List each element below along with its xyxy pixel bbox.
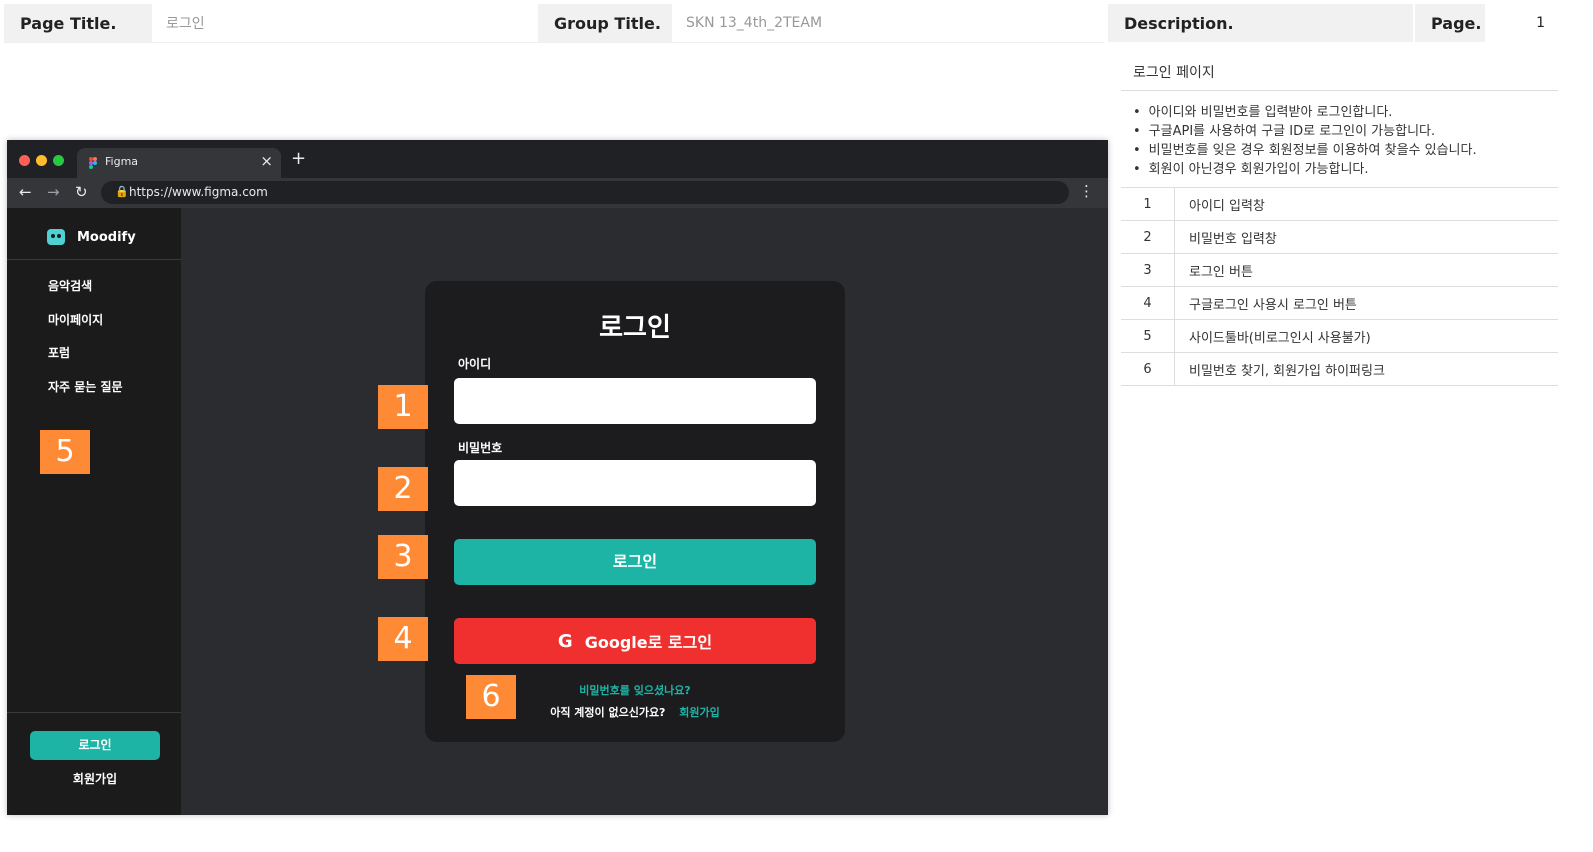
sidebar-divider [7,712,181,713]
sidebar-divider [7,259,181,260]
robot-icon [47,229,65,245]
id-label: 아이디 [458,357,492,371]
figma-icon [89,157,97,169]
table-row: 4 구글로그인 사용시 로그인 버튼 [1121,286,1558,320]
password-label: 비밀번호 [458,441,503,455]
page-title-value: 로그인 [166,16,205,32]
page-label: Page. [1415,4,1485,42]
row-text: 로그인 버튼 [1174,253,1558,287]
table-row: 5 사이드툴바(비로그인시 사용불가) [1121,319,1558,353]
row-number: 1 [1121,188,1175,221]
login-title: 로그인 [599,313,671,343]
header-divider [4,42,1104,43]
description-bullets: 아이디와 비밀번호를 입력받아 로그인합니다. 구글API를 사용하여 구글 I… [1121,91,1558,188]
sidebar-item-forum[interactable]: 포럼 [48,344,70,361]
annotation-marker-6: 6 [466,675,516,719]
row-number: 3 [1121,253,1175,287]
window-minimize-dot[interactable] [36,155,47,166]
sidebar-signup-link[interactable]: 회원가입 [30,770,160,787]
annotation-marker-4: 4 [378,617,428,661]
window-maximize-dot[interactable] [53,155,64,166]
address-bar: ← → ↻ 🔒 https://www.figma.com ⋮ [7,178,1108,208]
login-button[interactable]: 로그인 [454,539,816,585]
browser-tab[interactable]: Figma × [77,148,281,178]
description-panel: 로그인 페이지 아이디와 비밀번호를 입력받아 로그인합니다. 구글API를 사… [1121,56,1558,386]
row-text: 구글로그인 사용시 로그인 버튼 [1174,286,1558,320]
sidebar: Moodify 음악검색 마이페이지 포럼 자주 묻는 질문 로그인 회원가입 [7,208,181,815]
row-text: 사이드툴바(비로그인시 사용불가) [1174,319,1558,353]
logo-text: Moodify [77,229,136,245]
table-row: 1 아이디 입력창 [1121,188,1558,221]
row-number: 2 [1121,220,1175,254]
google-icon: G [557,630,573,652]
row-number: 5 [1121,319,1175,353]
browser-window: Figma × + ← → ↻ 🔒 https://www.figma.com … [7,140,1108,815]
page-number: 1 [1536,15,1545,31]
description-label: Description. [1108,4,1413,42]
annotation-marker-3: 3 [378,535,428,579]
reload-icon[interactable]: ↻ [75,183,88,201]
table-row: 2 비밀번호 입력창 [1121,220,1558,254]
close-icon[interactable]: × [260,152,273,170]
row-text: 비밀번호 입력창 [1174,220,1558,254]
table-row: 3 로그인 버튼 [1121,253,1558,287]
table-row: 6 비밀번호 찾기, 회원가입 하이퍼링크 [1121,352,1558,386]
signup-link[interactable]: 회원가입 [679,706,719,719]
description-bullet: 아이디와 비밀번호를 입력받아 로그인합니다. [1133,103,1558,122]
back-icon[interactable]: ← [19,183,32,201]
row-text: 아이디 입력창 [1174,188,1558,221]
tab-title: Figma [105,155,139,168]
annotation-marker-1: 1 [378,385,428,429]
sidebar-login-button[interactable]: 로그인 [30,731,160,760]
app-logo[interactable]: Moodify [47,226,136,248]
annotation-marker-2: 2 [378,467,428,511]
sidebar-item-faq[interactable]: 자주 묻는 질문 [48,378,123,395]
no-account-text: 아직 계정이 없으신가요? [550,706,666,719]
group-title-value: SKN 13_4th_2TEAM [686,15,823,31]
page-title-label: Page Title. [4,4,152,42]
new-tab-icon[interactable]: + [291,148,306,169]
id-input[interactable] [454,378,816,424]
description-bullet: 비밀번호를 잊은 경우 회원정보를 이용하여 찾을수 있습니다. [1133,141,1558,160]
sidebar-item-mypage[interactable]: 마이페이지 [48,311,103,328]
google-login-label: Google로 로그인 [584,633,713,652]
description-heading: 로그인 페이지 [1121,56,1558,91]
password-input[interactable] [454,460,816,506]
annotation-marker-5: 5 [40,430,90,474]
sidebar-item-music-search[interactable]: 음악검색 [48,277,92,294]
description-bullet: 회원이 아닌경우 회원가입이 가능합니다. [1133,160,1558,179]
tab-bar: Figma × + [7,140,1108,178]
description-bullet: 구글API를 사용하여 구글 ID로 로그인이 가능합니다. [1133,122,1558,141]
url-input[interactable]: 🔒 https://www.figma.com [101,181,1069,204]
annotation-table: 1 아이디 입력창 2 비밀번호 입력창 3 로그인 버튼 4 구글로그인 사용시 로그… [1121,188,1558,386]
row-number: 6 [1121,352,1175,386]
group-title-label: Group Title. [538,4,672,42]
login-card: 로그인 아이디 비밀번호 로그인 G Google로 로그인 비밀번호를 잊으셨… [425,281,845,742]
page-viewport: Moodify 음악검색 마이페이지 포럼 자주 묻는 질문 로그인 회원가입 … [7,208,1108,815]
forward-icon[interactable]: → [47,183,60,201]
lock-icon: 🔒 [115,185,129,198]
browser-menu-icon[interactable]: ⋮ [1079,182,1094,200]
row-number: 4 [1121,286,1175,320]
url-text: https://www.figma.com [129,185,268,199]
row-text: 비밀번호 찾기, 회원가입 하이퍼링크 [1174,352,1558,386]
google-login-button[interactable]: G Google로 로그인 [454,618,816,664]
window-close-dot[interactable] [19,155,30,166]
